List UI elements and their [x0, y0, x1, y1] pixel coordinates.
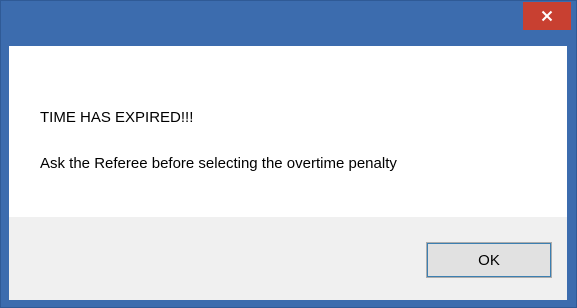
message-title: TIME HAS EXPIRED!!!: [40, 109, 194, 126]
button-bar: OK: [9, 217, 567, 300]
close-button[interactable]: [523, 2, 571, 30]
message-area: TIME HAS EXPIRED!!! Ask the Referee befo…: [9, 46, 567, 217]
message-text: Ask the Referee before selecting the ove…: [40, 155, 397, 172]
message-dialog: TIME HAS EXPIRED!!! Ask the Referee befo…: [0, 0, 577, 308]
title-bar[interactable]: [1, 1, 576, 46]
close-icon: [541, 10, 553, 22]
ok-button[interactable]: OK: [426, 242, 552, 278]
